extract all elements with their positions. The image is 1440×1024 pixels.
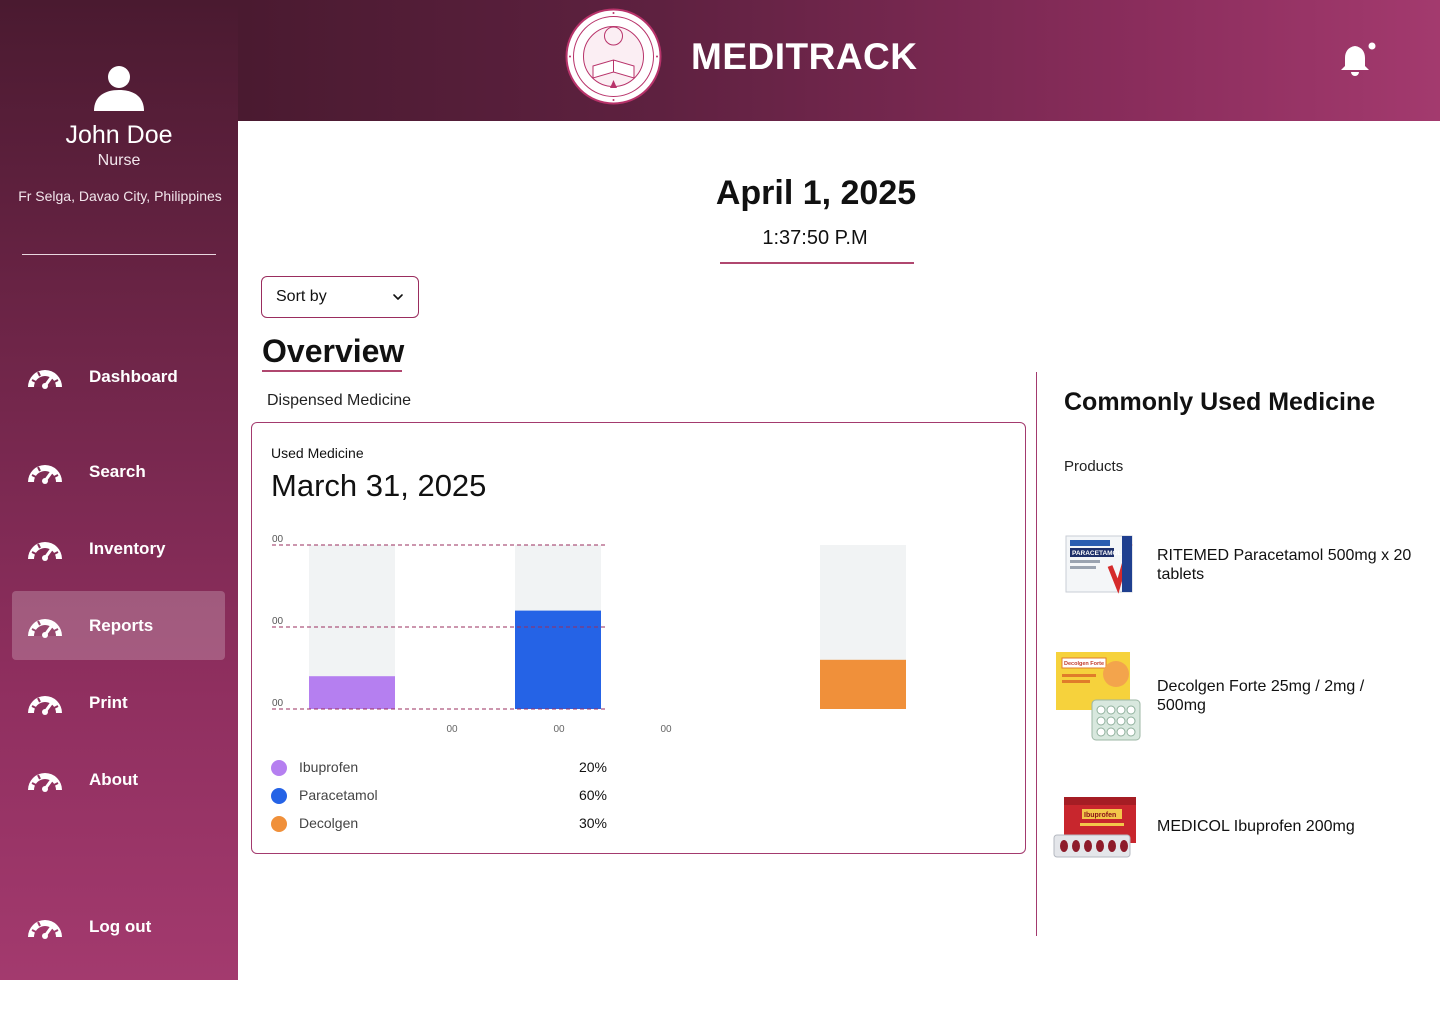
user-name: John Doe (65, 121, 173, 149)
y-tick-label: 00 (272, 698, 284, 709)
sort-by-label: Sort by (276, 288, 327, 305)
package-text: Decolgen Forte (1064, 661, 1104, 667)
sidebar-item-label: Dashboard (89, 366, 178, 386)
products-label: Products (1064, 458, 1124, 475)
sidebar-item-inventory[interactable]: Inventory (12, 514, 225, 583)
current-date: April 1, 2025 (715, 174, 917, 212)
sort-by-dropdown[interactable]: Sort by (261, 276, 419, 318)
legend-dot (271, 760, 287, 776)
x-tick-label: 00 (446, 724, 458, 735)
used-medicine-card: Used Medicine March 31, 2025 00 00 00 00 00 0… (251, 422, 1026, 854)
sidebar-item-label: Reports (89, 615, 154, 635)
notification-bell-icon[interactable] (1338, 40, 1378, 80)
user-location: Fr Selga, Davao City, Philippines (18, 188, 222, 204)
speedometer-icon (28, 919, 62, 939)
overview-title: Overview (262, 333, 405, 369)
bar-ibuprofen (309, 676, 395, 709)
time-underline (720, 262, 914, 264)
paracetamol-package-image: PARACETAMOL (1065, 535, 1133, 594)
y-tick-label: 00 (272, 534, 284, 545)
used-medicine-bar-chart: 00 00 00 00 00 00 (272, 534, 906, 735)
legend-percent: 20% (578, 759, 607, 775)
overview-underline (262, 370, 402, 372)
bar-paracetamol (515, 610, 601, 709)
app-root: John Doe Nurse Fr Selga, Davao City, Phi… (0, 0, 1440, 1024)
bar-decolgen (820, 659, 906, 709)
sidebar-item-search[interactable]: Search (12, 437, 225, 506)
chevron-down-icon (393, 294, 403, 300)
legend-name: Ibuprofen (299, 759, 359, 775)
legend-item-ibuprofen: Ibuprofen 20% (271, 758, 607, 778)
speedometer-icon (28, 464, 62, 484)
y-tick-label: 00 (272, 616, 284, 627)
speedometer-icon (28, 369, 62, 389)
sidebar-divider (22, 254, 216, 255)
legend-percent: 30% (578, 815, 607, 831)
legend-dot (271, 788, 287, 804)
product-name: Decolgen Forte 25mg / 2mg / 500mg (1157, 678, 1365, 714)
logout-button[interactable]: Log out (12, 892, 225, 961)
commonly-used-title: Commonly Used Medicine (1064, 388, 1376, 416)
university-seal-logo (565, 8, 662, 105)
x-tick-label: 00 (660, 724, 672, 735)
sidebar: John Doe Nurse Fr Selga, Davao City, Phi… (0, 0, 238, 980)
speedometer-icon (28, 772, 62, 792)
sidebar-item-print[interactable]: Print (12, 668, 225, 737)
speedometer-icon (28, 541, 62, 561)
legend-dot (271, 816, 287, 832)
user-role: Nurse (97, 152, 141, 169)
panel-divider (1036, 372, 1037, 936)
sidebar-item-reports[interactable]: Reports (12, 591, 225, 660)
sidebar-item-about[interactable]: About (12, 745, 225, 814)
product-item-paracetamol[interactable]: PARACETAMOL RITEMED Paracetamol 500mg x … (1052, 532, 1422, 598)
package-text: Ibuprofen (1084, 812, 1116, 819)
app-title: MEDITRACK (691, 36, 918, 77)
ibuprofen-package-image: Ibuprofen (1053, 797, 1136, 858)
legend-item-decolgen: Decolgen 30% (271, 814, 607, 834)
legend-name: Decolgen (299, 815, 359, 831)
sidebar-item-label: Inventory (89, 538, 166, 558)
x-tick-label: 00 (553, 724, 565, 735)
speedometer-icon (28, 695, 62, 715)
sidebar-item-label: Print (89, 692, 128, 712)
sidebar-item-label: About (89, 769, 139, 789)
decolgen-package-image: Decolgen Forte (1056, 652, 1141, 741)
sidebar-item-label: Search (89, 461, 146, 481)
product-item-ibuprofen[interactable]: Ibuprofen MEDICOL Ibuprofen 200mg (1052, 795, 1422, 861)
legend-item-paracetamol: Paracetamol 60% (271, 786, 607, 806)
speedometer-icon (28, 618, 62, 638)
product-name: RITEMED Paracetamol 500mg x 20 tablets (1157, 547, 1412, 583)
package-text: PARACETAMOL (1072, 550, 1122, 557)
legend-name: Paracetamol (299, 787, 378, 803)
product-item-decolgen[interactable]: Decolgen Forte Decolgen Forte 25mg / 2mg… (1052, 650, 1422, 742)
product-name: MEDICOL Ibuprofen 200mg (1157, 818, 1355, 835)
logout-label: Log out (89, 916, 152, 936)
user-avatar-icon (94, 66, 144, 111)
dispensed-medicine-label: Dispensed Medicine (267, 392, 412, 409)
sidebar-item-dashboard[interactable]: Dashboard (12, 342, 225, 411)
legend-percent: 60% (578, 787, 607, 803)
current-time: 1:37:50 P.M (762, 227, 868, 249)
